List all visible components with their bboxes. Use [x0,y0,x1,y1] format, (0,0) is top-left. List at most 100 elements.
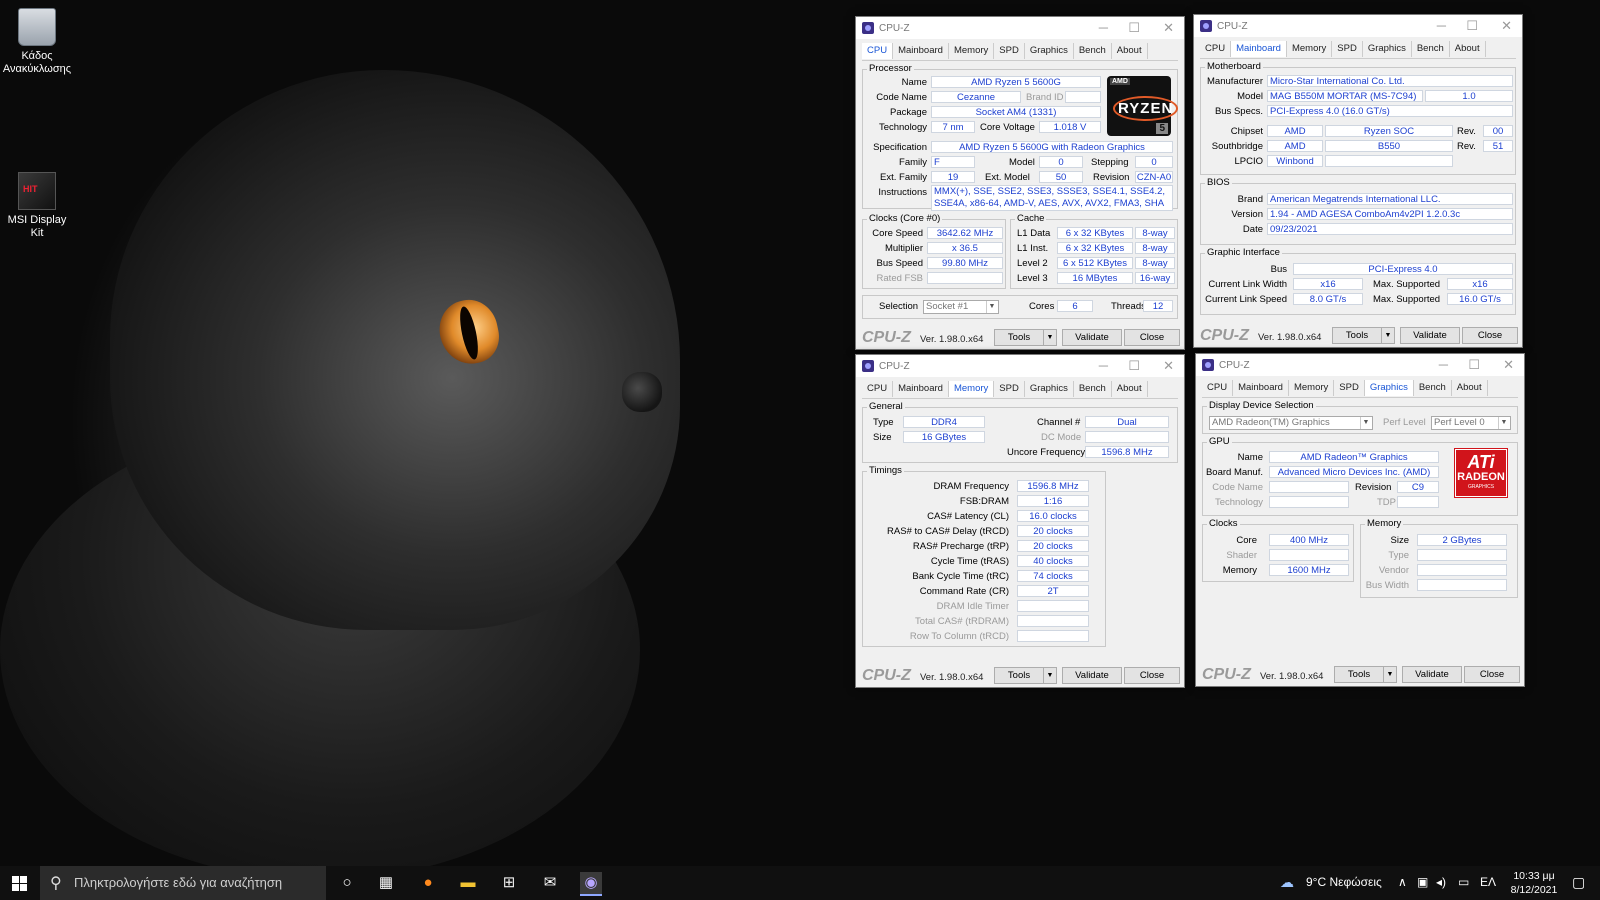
title-bar[interactable]: CPU-Z ─ ☐ ✕ [856,355,1184,377]
input-language[interactable]: ΕΛ [1480,875,1496,889]
tab-memory[interactable]: Memory [1287,41,1333,57]
validate-button[interactable]: Validate [1062,329,1122,346]
title-bar[interactable]: CPU-Z ─ ☐ ✕ [1194,15,1522,37]
tools-button[interactable]: Tools [994,667,1044,684]
taskbar-search-box[interactable]: ⚲ Πληκτρολογήστε εδώ για αναζήτηση [40,866,326,900]
cpuz-taskbar-icon[interactable]: ◉ [580,872,602,896]
tab-memory[interactable]: Memory [1289,380,1335,396]
tab-graphics[interactable]: Graphics [1025,43,1074,59]
close-button[interactable]: Close [1464,666,1520,683]
title-bar[interactable]: CPU-Z ─ ☐ ✕ [856,17,1184,39]
current-link-width-value: x16 [1293,278,1363,290]
close-icon[interactable]: ✕ [1163,358,1174,374]
chevron-up-icon[interactable]: ∧ [1398,875,1407,889]
minimize-icon[interactable]: ─ [1439,357,1448,372]
task-view-icon[interactable]: ▦ [375,872,397,894]
dcmode-value [1085,431,1169,443]
tab-cpu[interactable]: CPU [1202,380,1234,396]
l3-value: 16 MBytes [1057,272,1133,284]
weather-text[interactable]: 9°C Νεφώσεις [1306,875,1382,889]
logo-text: 5 [1156,123,1168,134]
network-icon[interactable]: ▭ [1458,875,1469,889]
validate-button[interactable]: Validate [1402,666,1462,683]
group-label: Display Device Selection [1207,400,1316,411]
mail-icon[interactable]: ✉ [539,872,561,894]
cpuz-window-graphics: CPU-Z ─ ☐ ✕ CPU Mainboard Memory SPD Gra… [1195,353,1525,687]
maximize-icon[interactable]: ☐ [1466,18,1478,34]
desktop-icon-recycle-bin[interactable]: Κάδος Ανακύκλωσης [0,8,74,76]
tab-mainboard[interactable]: Mainboard [1231,41,1287,57]
cpuz-app-icon [1202,359,1214,371]
volume-icon[interactable]: ◂) [1436,875,1446,889]
tab-bench[interactable]: Bench [1412,41,1450,57]
tab-cpu[interactable]: CPU [862,43,894,59]
system-clock[interactable]: 10:33 μμ 8/12/2021 [1508,869,1560,897]
device-icon[interactable]: ▣ [1417,875,1428,889]
tools-dropdown-icon[interactable]: ▼ [1383,666,1397,683]
close-icon[interactable]: ✕ [1163,20,1174,36]
maximize-icon[interactable]: ☐ [1128,358,1140,374]
tools-dropdown-icon[interactable]: ▼ [1043,329,1057,346]
tools-button[interactable]: Tools [994,329,1044,346]
minimize-icon[interactable]: ─ [1099,358,1108,373]
tab-spd[interactable]: SPD [1332,41,1363,57]
southbridge-vendor-value: AMD [1267,140,1323,152]
tab-about[interactable]: About [1112,381,1148,397]
tab-bench[interactable]: Bench [1074,43,1112,59]
tools-dropdown-icon[interactable]: ▼ [1043,667,1057,684]
tab-graphics[interactable]: Graphics [1364,380,1414,396]
minimize-icon[interactable]: ─ [1099,20,1108,35]
minimize-icon[interactable]: ─ [1437,18,1446,33]
validate-button[interactable]: Validate [1062,667,1122,684]
maximize-icon[interactable]: ☐ [1128,20,1140,36]
close-button[interactable]: Close [1124,329,1180,346]
tab-cpu[interactable]: CPU [862,381,894,397]
label: Shader [1226,550,1257,561]
close-button[interactable]: Close [1124,667,1180,684]
desktop-icon-msi-display-kit[interactable]: HIT MSI Display Kit [0,172,74,240]
firefox-icon[interactable]: ● [417,872,439,894]
timing-value: 40 clocks [1017,555,1089,567]
extfamily-value: 19 [931,171,975,183]
tab-memory[interactable]: Memory [948,381,995,397]
close-icon[interactable]: ✕ [1503,357,1514,373]
label: Uncore Frequency [1007,447,1086,458]
tab-mainboard[interactable]: Mainboard [1233,380,1289,396]
label: Current Link Width [1208,279,1287,290]
model-revision-value: 1.0 [1425,90,1513,102]
socket-select[interactable]: Socket #1 ▼ [923,300,999,314]
notifications-icon[interactable]: ▢ [1572,874,1585,891]
tab-mainboard[interactable]: Mainboard [893,43,949,59]
tab-cpu[interactable]: CPU [1200,41,1232,57]
tab-graphics[interactable]: Graphics [1363,41,1412,57]
close-button[interactable]: Close [1462,327,1518,344]
close-icon[interactable]: ✕ [1501,18,1512,34]
tab-spd[interactable]: SPD [994,43,1025,59]
group-label: Timings [867,465,904,476]
tools-button[interactable]: Tools [1334,666,1384,683]
tab-about[interactable]: About [1112,43,1148,59]
microsoft-store-icon[interactable]: ⊞ [498,872,520,894]
tab-bench[interactable]: Bench [1414,380,1452,396]
tab-about[interactable]: About [1450,41,1486,57]
l3-way: 16-way [1135,272,1175,284]
select-value: Socket #1 [926,301,969,312]
tab-memory[interactable]: Memory [949,43,995,59]
tools-button[interactable]: Tools [1332,327,1382,344]
tools-dropdown-icon[interactable]: ▼ [1381,327,1395,344]
tab-graphics[interactable]: Graphics [1025,381,1074,397]
tab-spd[interactable]: SPD [994,381,1025,397]
tab-bench[interactable]: Bench [1074,381,1112,397]
file-explorer-icon[interactable]: ▬ [457,872,479,894]
tab-mainboard[interactable]: Mainboard [893,381,949,397]
cortana-icon[interactable]: ○ [336,872,358,894]
tab-about[interactable]: About [1452,380,1488,396]
maximize-icon[interactable]: ☐ [1468,357,1480,373]
validate-button[interactable]: Validate [1400,327,1460,344]
title-bar[interactable]: CPU-Z ─ ☐ ✕ [1196,354,1524,376]
windows-start-icon[interactable] [12,876,27,891]
display-device-select[interactable]: AMD Radeon(TM) Graphics ▼ [1209,416,1373,430]
perf-level-select[interactable]: Perf Level 0 ▼ [1431,416,1511,430]
tab-spd[interactable]: SPD [1334,380,1365,396]
weather-cloud-icon[interactable]: ☁ [1280,874,1294,891]
